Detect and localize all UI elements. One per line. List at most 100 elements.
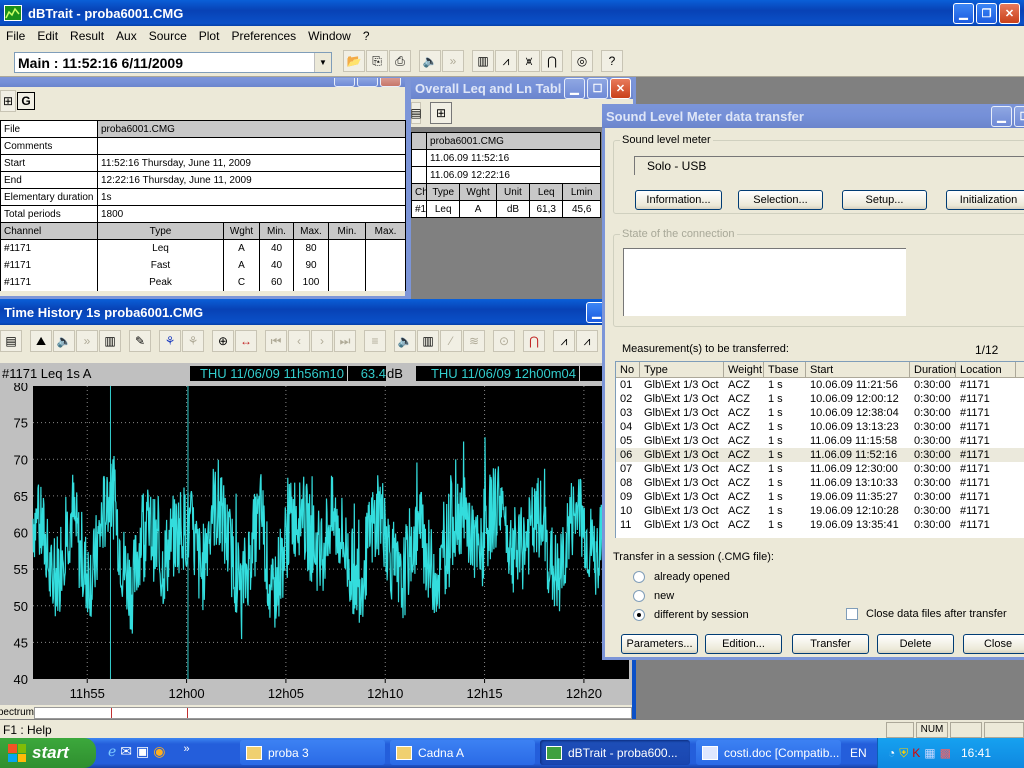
measurements-list[interactable]: No Type Weight Tbase Start Duration Location 0… [615, 361, 1024, 538]
language-indicator[interactable]: EN [850, 746, 867, 760]
menu-edit[interactable]: Edit [31, 29, 64, 43]
start-button[interactable]: start [0, 738, 96, 768]
open-icon[interactable]: 📂 [343, 50, 365, 72]
bar-chart-icon[interactable]: ▥ [99, 330, 121, 352]
main-title-bar[interactable]: dBTrait - proba6001.CMG ▁ ❐ ✕ [0, 0, 1024, 26]
last-icon[interactable]: ⏭ [334, 330, 356, 352]
info-maximize-button[interactable] [357, 77, 378, 87]
sound-icon[interactable]: 🔈 [53, 330, 75, 352]
security-shield-icon[interactable]: ⛨ [899, 746, 908, 761]
desktop-icon[interactable]: ▣ [136, 743, 149, 760]
close-files-checkbox[interactable]: Close data files after transfer [846, 608, 1007, 620]
media-player-icon[interactable]: ◉ [153, 743, 165, 760]
magnet-icon[interactable]: ⋂ [523, 330, 545, 352]
session-select[interactable]: Main : 11:52:16 6/11/2009 ▼ [14, 52, 332, 73]
graph-icon[interactable]: ⛰ [30, 330, 52, 352]
measurement-row[interactable]: 10 Glb\Ext 1/3 Oct ACZ 1 s 19.06.09 12:10:28… [616, 504, 1024, 518]
meter-field[interactable]: Solo - USB [634, 156, 1024, 175]
grid-table-icon[interactable]: ⊞ [0, 90, 16, 112]
forward-icon[interactable]: » [76, 330, 98, 352]
spectrum-icon[interactable]: ⩘ [495, 50, 517, 72]
restore-button[interactable]: ❐ [976, 2, 997, 24]
taskbar-item[interactable]: Cadna A [390, 740, 535, 765]
next-icon[interactable]: › [311, 330, 333, 352]
print-icon[interactable]: ⎙ [389, 50, 411, 72]
graph-g-button[interactable]: G [17, 92, 35, 110]
measurement-row[interactable]: 01 Glb\Ext 1/3 Oct ACZ 1 s 10.06.09 11:21:56… [616, 378, 1024, 392]
measurement-row[interactable]: 09 Glb\Ext 1/3 Oct ACZ 1 s 19.06.09 11:35:27… [616, 490, 1024, 504]
dialog-maximize-button[interactable]: ☐ [1014, 105, 1024, 127]
column-header-no[interactable]: No [616, 362, 640, 377]
network-icon[interactable]: ◔ [888, 746, 895, 760]
measurement-row[interactable]: 08 Glb\Ext 1/3 Oct ACZ 1 s 11.06.09 13:10:33… [616, 476, 1024, 490]
dialog-minimize-button[interactable]: ▁ [991, 105, 1012, 127]
multi-spectrum-icon[interactable]: ⩙ [518, 50, 540, 72]
chevron-right-icon[interactable]: » [183, 743, 189, 760]
time-history-chart[interactable]: 40 45 50 55 60 65 70 75 80 11h55 12h00 12h05 12h10 12… [0, 383, 632, 705]
time-history-title-bar[interactable]: Time History 1s proba6001.CMG ▁ ☐ [0, 299, 632, 325]
edition-button[interactable]: Edition... [705, 634, 782, 654]
span-icon[interactable]: ↔ [235, 330, 257, 352]
leq-window-title-bar[interactable]: Overall Leq and Ln Table ... ▁ ☐ ✕ [411, 77, 633, 99]
bar-chart-icon[interactable]: ▥ [417, 330, 439, 352]
chevron-down-icon[interactable]: ▼ [314, 53, 331, 72]
measurement-row[interactable]: 02 Glb\Ext 1/3 Oct ACZ 1 s 10.06.09 12:00:12… [616, 392, 1024, 406]
menu-result[interactable]: Result [64, 29, 110, 43]
layers-icon[interactable]: ≋ [463, 330, 485, 352]
export-icon[interactable]: ⩘ [553, 330, 575, 352]
prev-icon[interactable]: ‹ [288, 330, 310, 352]
radio-icon[interactable] [633, 571, 645, 583]
radio-icon[interactable] [633, 590, 645, 602]
transfer-dialog-title-bar[interactable]: Sound Level Meter data transfer ▁ ☐ [602, 104, 1024, 128]
close-button[interactable]: ✕ [999, 2, 1020, 24]
leq-close-button[interactable]: ✕ [610, 77, 631, 99]
leq-maximize-button[interactable]: ☐ [587, 77, 608, 99]
measurement-row[interactable]: 06 Glb\Ext 1/3 Oct ACZ 1 s 11.06.09 11:52:16… [616, 448, 1024, 462]
ie-icon[interactable]: ℯ [108, 743, 116, 760]
minimize-button[interactable]: ▁ [953, 2, 974, 24]
column-header-tbase[interactable]: Tbase [764, 362, 806, 377]
leq-minimize-button[interactable]: ▁ [564, 77, 585, 99]
measurement-row[interactable]: 04 Glb\Ext 1/3 Oct ACZ 1 s 10.06.09 13:13:23… [616, 420, 1024, 434]
dialog-close-button[interactable]: Close [963, 634, 1024, 654]
antivirus-icon[interactable]: K [912, 746, 920, 760]
taskbar-item[interactable]: costi.doc [Compatib... [696, 740, 841, 765]
slope-icon[interactable]: ⁄ [440, 330, 462, 352]
filter-icon[interactable]: ⚘ [159, 330, 181, 352]
spectrum-strip[interactable] [34, 707, 632, 719]
menu-[interactable]: ? [357, 29, 376, 43]
list-view-icon[interactable]: ▤ [410, 102, 422, 124]
checkbox-icon[interactable] [846, 608, 858, 620]
info-window-title-bar[interactable] [0, 77, 405, 87]
transfer-button[interactable]: Transfer [792, 634, 869, 654]
radio-new[interactable]: new [633, 590, 674, 602]
magnet-icon[interactable]: ⋂ [541, 50, 563, 72]
menu-file[interactable]: File [0, 29, 31, 43]
radio-icon[interactable] [633, 609, 645, 621]
menu-window[interactable]: Window [302, 29, 357, 43]
menu-source[interactable]: Source [143, 29, 193, 43]
zoom-in-icon[interactable]: ⊕ [212, 330, 234, 352]
forward-icon[interactable]: » [442, 50, 464, 72]
help-icon[interactable]: ? [601, 50, 623, 72]
taskbar-item[interactable]: dBTrait - proba600... [540, 740, 690, 765]
palette-icon[interactable]: ◎ [571, 50, 593, 72]
column-header-location[interactable]: Location [956, 362, 1016, 377]
taskbar-item[interactable]: proba 3 [240, 740, 385, 765]
save-icon[interactable]: ▤ [0, 330, 22, 352]
measurement-row[interactable]: 03 Glb\Ext 1/3 Oct ACZ 1 s 10.06.09 12:38:04… [616, 406, 1024, 420]
column-header-type[interactable]: Type [640, 362, 724, 377]
radio-different-by-session[interactable]: different by session [633, 609, 749, 621]
column-header-duration[interactable]: Duration [910, 362, 956, 377]
measurement-row[interactable]: 11 Glb\Ext 1/3 Oct ACZ 1 s 19.06.09 13:35:41… [616, 518, 1024, 532]
measurement-row[interactable]: 05 Glb\Ext 1/3 Oct ACZ 1 s 11.06.09 11:15:58… [616, 434, 1024, 448]
bar-chart-icon[interactable]: ▥ [472, 50, 494, 72]
target-icon[interactable]: ⊙ [493, 330, 515, 352]
copy-icon[interactable]: ⎘ [366, 50, 388, 72]
first-icon[interactable]: ⏮ [265, 330, 287, 352]
code-icon[interactable]: ⚘ [182, 330, 204, 352]
parameters-button[interactable]: Parameters... [621, 634, 698, 654]
delete-button[interactable]: Delete [877, 634, 954, 654]
setup-button[interactable]: Setup... [842, 190, 927, 210]
initialization-button[interactable]: Initialization [946, 190, 1024, 210]
